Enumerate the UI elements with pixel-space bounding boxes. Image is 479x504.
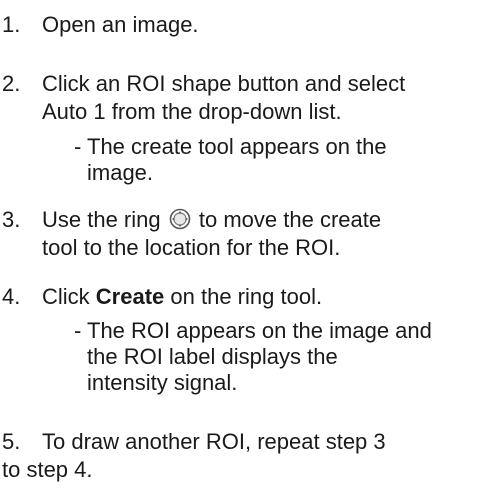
step-text-before-icon: Use the ring [42, 207, 161, 232]
note-text-line: The create tool appears on the [87, 134, 387, 159]
step-text-after-icon: to move the create [198, 207, 382, 232]
step-text-line: Use the ring to move the create [42, 206, 474, 234]
step-number: 5. [2, 429, 21, 454]
note-text-line: image. [87, 160, 154, 185]
create-button-label: Create [95, 284, 165, 309]
note-text-line: intensity signal. [87, 370, 238, 395]
step-text-line: Auto 1 from the drop-down list. [42, 99, 342, 124]
note-text-line: the ROI label displays the [87, 344, 338, 369]
step-text: Click Create on the ring tool. [42, 283, 474, 311]
ring-icon [169, 208, 191, 230]
note-text: The create tool appears on the image. [87, 134, 472, 186]
step-text-line: tool to the location for the ROI. [42, 235, 341, 260]
note-dash: - [74, 134, 82, 159]
step-number: 4. [2, 284, 21, 309]
step-number: 2. [2, 71, 21, 96]
step-text-line: to step 4. [2, 457, 93, 482]
step-text-before-bold: Click [42, 284, 90, 309]
step-text: To draw another ROI, repeat step 3 [42, 428, 474, 456]
step-text: Click an ROI shape button and select Aut… [42, 70, 474, 126]
step-text-after-bold: on the ring tool. [170, 284, 323, 309]
instructions-document: 1. Open an image. 2. Click an ROI shape … [0, 0, 479, 504]
note-text: The ROI appears on the image and the ROI… [87, 318, 472, 396]
step-number: 1. [2, 12, 21, 37]
step-text: Open an image. [42, 12, 199, 37]
step-text-line: To draw another ROI, repeat step 3 [42, 429, 386, 454]
step-text-line: Click an ROI shape button and select [42, 71, 406, 96]
note-dash: - [74, 318, 82, 343]
step-number: 3. [2, 207, 21, 232]
step-text: Use the ring to move the create tool to … [42, 206, 474, 262]
note-text-line: The ROI appears on the image and [87, 318, 432, 343]
